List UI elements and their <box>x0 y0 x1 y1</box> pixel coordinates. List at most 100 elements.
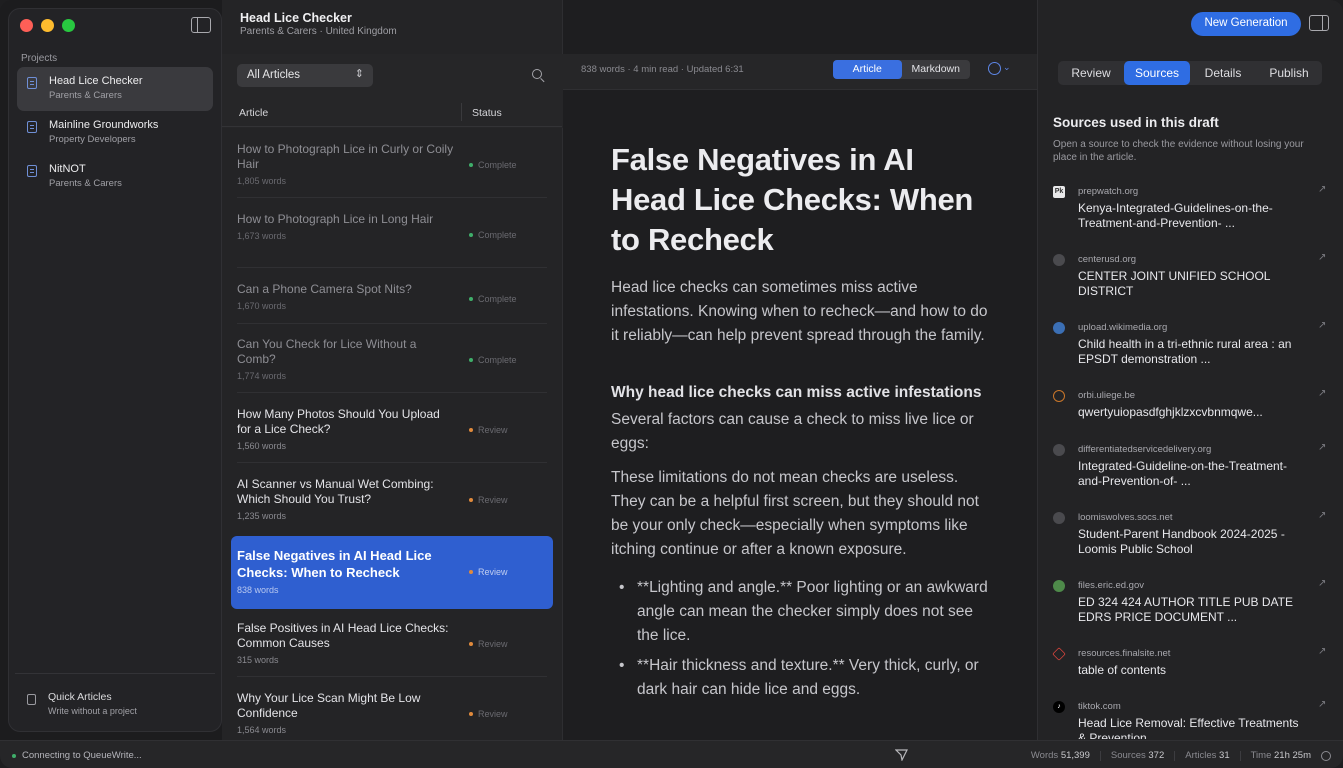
sidebar-toggle-icon[interactable] <box>191 17 211 33</box>
status-dot-icon <box>469 428 473 432</box>
tab-sources[interactable]: Sources <box>1124 61 1190 85</box>
article-subheading: Why head lice checks can miss active inf… <box>611 384 982 401</box>
chevron-down-icon[interactable]: ⌄ <box>1003 62 1011 73</box>
tab-details[interactable]: Details <box>1190 61 1256 85</box>
markdown-mode-button[interactable]: Markdown <box>902 60 971 79</box>
status-dot-icon <box>469 358 473 362</box>
external-link-icon[interactable]: ↗ <box>1318 442 1326 453</box>
article-row[interactable]: How Many Photos Should You Upload for a … <box>231 407 553 463</box>
external-link-icon[interactable]: ↗ <box>1318 388 1326 399</box>
status-dot-icon <box>469 642 473 646</box>
article-title: AI Scanner vs Manual Wet Combing: Which … <box>237 477 434 506</box>
quick-articles-title: Quick Articles <box>48 691 112 703</box>
article-body[interactable]: False Negatives in AI Head Lice Checks: … <box>611 140 991 708</box>
status-badge: Complete <box>469 160 517 170</box>
site-favicon-icon: Pk <box>1053 186 1065 198</box>
app-title: Head Lice Checker <box>240 11 352 25</box>
connection-label: Connecting to QueueWrite... <box>22 750 142 761</box>
article-row[interactable]: Can a Phone Camera Spot Nits? 1,670 word… <box>231 282 553 324</box>
document-icon <box>27 165 37 177</box>
tree-icon <box>1053 580 1065 592</box>
article-title: How to Photograph Lice in Curly or Coily… <box>237 142 454 171</box>
column-header-status[interactable]: Status <box>472 107 502 119</box>
divider <box>237 323 547 324</box>
window-controls <box>20 19 75 32</box>
send-icon[interactable] <box>895 749 908 761</box>
article-list-pane: Head Lice Checker Parents & Carers · Uni… <box>222 0 563 740</box>
divider <box>222 126 562 127</box>
source-title: Student-Parent Handbook 2024-2025 - Loom… <box>1078 527 1285 556</box>
divider <box>237 267 547 268</box>
external-link-icon[interactable]: ↗ <box>1318 699 1326 710</box>
orbi-icon <box>1053 390 1065 402</box>
project-subtitle: Parents & Carers <box>49 90 122 101</box>
article-filter-select[interactable]: All Articles ⇕ <box>237 64 373 87</box>
article-row[interactable]: Why Your Lice Scan Might Be Low Confiden… <box>231 691 553 737</box>
article-row[interactable]: AI Scanner vs Manual Wet Combing: Which … <box>231 477 553 527</box>
right-panel-toggle-icon[interactable] <box>1309 15 1329 31</box>
source-title: Integrated-Guideline-on-the-Treatment-an… <box>1078 459 1287 488</box>
article-row[interactable]: Can You Check for Lice Without a Comb? 1… <box>231 337 553 393</box>
project-item-head-lice-checker[interactable]: Head Lice Checker Parents & Carers <box>17 67 213 111</box>
document-icon <box>27 77 37 89</box>
search-icon[interactable] <box>532 69 542 79</box>
sidebar: Projects Head Lice Checker Parents & Car… <box>8 8 222 732</box>
editor-pane: 838 words · 4 min read · Updated 6:31 Ar… <box>563 0 1037 740</box>
source-item[interactable]: ♪ tiktok.com Head Lice Removal: Effectiv… <box>1053 699 1328 739</box>
connection-status: Connecting to QueueWrite... <box>12 750 142 761</box>
status-dot-icon <box>469 297 473 301</box>
article-word-count: 1,774 words <box>237 371 287 381</box>
new-generation-button[interactable]: New Generation <box>1191 12 1301 36</box>
article-lead: Head lice checks can sometimes miss acti… <box>611 279 988 344</box>
article-title: Can a Phone Camera Spot Nits? <box>237 282 412 296</box>
status-badge: Complete <box>469 294 517 304</box>
tab-review[interactable]: Review <box>1058 61 1124 85</box>
minimize-window-button[interactable] <box>41 19 54 32</box>
status-dot-icon <box>469 712 473 716</box>
external-link-icon[interactable]: ↗ <box>1318 184 1326 195</box>
sources-title: Sources used in this draft <box>1053 115 1219 130</box>
external-link-icon[interactable]: ↗ <box>1318 320 1326 331</box>
divider <box>1099 750 1101 761</box>
column-header-article[interactable]: Article <box>239 107 268 119</box>
article-word-count: 838 words <box>237 585 279 595</box>
status-label: Review <box>478 495 508 505</box>
article-row[interactable]: False Positives in AI Head Lice Checks: … <box>231 621 553 677</box>
article-paragraph: Several factors can cause a check to mis… <box>611 411 974 452</box>
zoom-window-button[interactable] <box>62 19 75 32</box>
quick-articles-subtitle: Write without a project <box>48 706 137 716</box>
bullet-item: **Lighting and angle.** Poor lighting or… <box>619 576 991 648</box>
article-title: How to Photograph Lice in Long Hair <box>237 212 434 226</box>
external-link-icon[interactable]: ↗ <box>1318 510 1326 521</box>
articles-stat: Articles 31 <box>1185 750 1230 761</box>
close-window-button[interactable] <box>20 19 33 32</box>
article-title: Can You Check for Lice Without a Comb? <box>237 337 417 366</box>
sources-description: Open a source to check the evidence with… <box>1053 139 1304 163</box>
external-link-icon[interactable]: ↗ <box>1318 578 1326 589</box>
source-title: Child health in a tri-ethnic rural area … <box>1078 337 1292 366</box>
external-link-icon[interactable]: ↗ <box>1318 252 1326 263</box>
document-icon <box>27 694 36 705</box>
bullet-item: **Hair thickness and texture.** Very thi… <box>619 654 991 702</box>
project-item-mainline-groundworks[interactable]: Mainline Groundworks Property Developers <box>17 111 213 155</box>
article-word-count: 1,560 words <box>237 441 287 451</box>
source-domain: orbi.uliege.be <box>1078 390 1136 401</box>
status-dot-icon <box>469 570 473 574</box>
article-mode-button[interactable]: Article <box>833 60 902 79</box>
status-label: Review <box>478 425 508 435</box>
article-row[interactable]: How to Photograph Lice in Long Hair 1,67… <box>231 212 553 268</box>
article-word-count: 1,805 words <box>237 176 287 186</box>
article-title: How Many Photos Should You Upload for a … <box>237 407 440 436</box>
quick-articles-item[interactable]: Quick Articles Write without a project <box>27 691 137 716</box>
status-badge: Complete <box>469 230 517 240</box>
article-row-selected[interactable]: False Negatives in AI Head Lice Checks: … <box>231 536 553 609</box>
project-item-nitnot[interactable]: NitNOT Parents & Carers <box>17 155 213 199</box>
external-link-icon[interactable]: ↗ <box>1318 646 1326 657</box>
more-options-icon[interactable] <box>988 62 1001 75</box>
tab-publish[interactable]: Publish <box>1256 61 1322 85</box>
gear-icon[interactable] <box>1321 750 1331 761</box>
article-paragraph: These limitations do not mean checks are… <box>611 469 979 558</box>
column-separator <box>461 103 462 121</box>
status-label: Complete <box>478 160 517 170</box>
article-row[interactable]: How to Photograph Lice in Curly or Coily… <box>231 142 553 198</box>
